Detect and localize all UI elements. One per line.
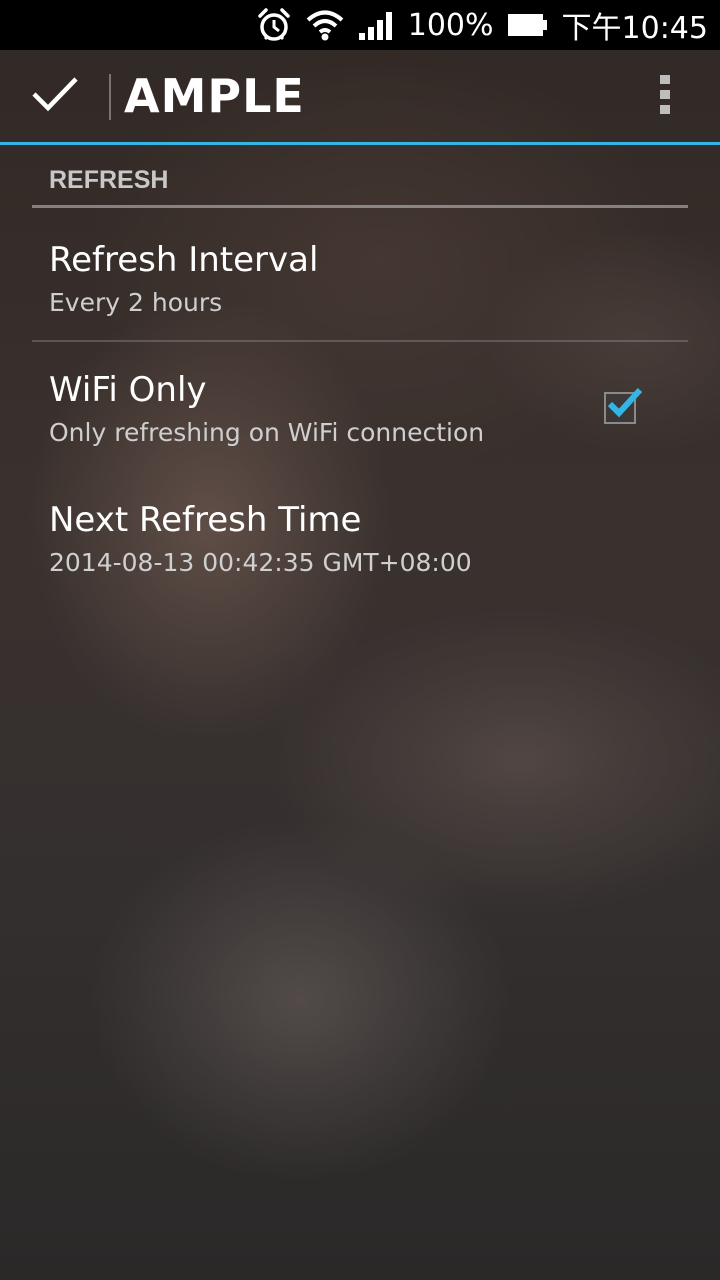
done-button[interactable] [0,50,111,142]
battery-percentage: 100% [407,7,494,43]
category-title: REFRESH [49,166,169,194]
pref-summary: Every 2 hours [49,288,223,317]
action-bar: AMPLE [0,50,720,142]
settings-screen: 100% 下午10:45 AMPLE REFRESH Refresh Inter… [0,0,720,1280]
status-bar: 100% 下午10:45 [0,0,720,50]
pref-summary: 2014-08-13 00:42:35 GMT+08:00 [49,548,472,577]
done-divider [109,74,111,120]
wifi-only-checkbox[interactable] [604,387,643,424]
wifi-icon [306,8,344,42]
app-title: AMPLE [124,69,305,123]
pref-wifi-only[interactable]: WiFi Only Only refreshing on WiFi connec… [32,342,688,472]
preference-category: REFRESH [32,150,688,208]
overflow-menu-icon [659,74,671,120]
battery-icon [507,13,548,37]
check-icon [31,74,79,119]
pref-title: Refresh Interval [49,240,319,280]
pref-title: Next Refresh Time [49,500,362,540]
action-bar-accent-line [0,142,720,145]
pref-refresh-interval[interactable]: Refresh Interval Every 2 hours [32,210,688,342]
signal-icon [358,9,394,41]
clock: 下午10:45 [561,11,708,46]
checkmark-icon [607,387,643,418]
overflow-menu-button[interactable] [640,72,690,122]
pref-next-refresh-time[interactable]: Next Refresh Time 2014-08-13 00:42:35 GM… [32,472,688,602]
pref-summary: Only refreshing on WiFi connection [49,418,485,447]
pref-title: WiFi Only [49,370,207,410]
alarm-icon [256,7,292,43]
